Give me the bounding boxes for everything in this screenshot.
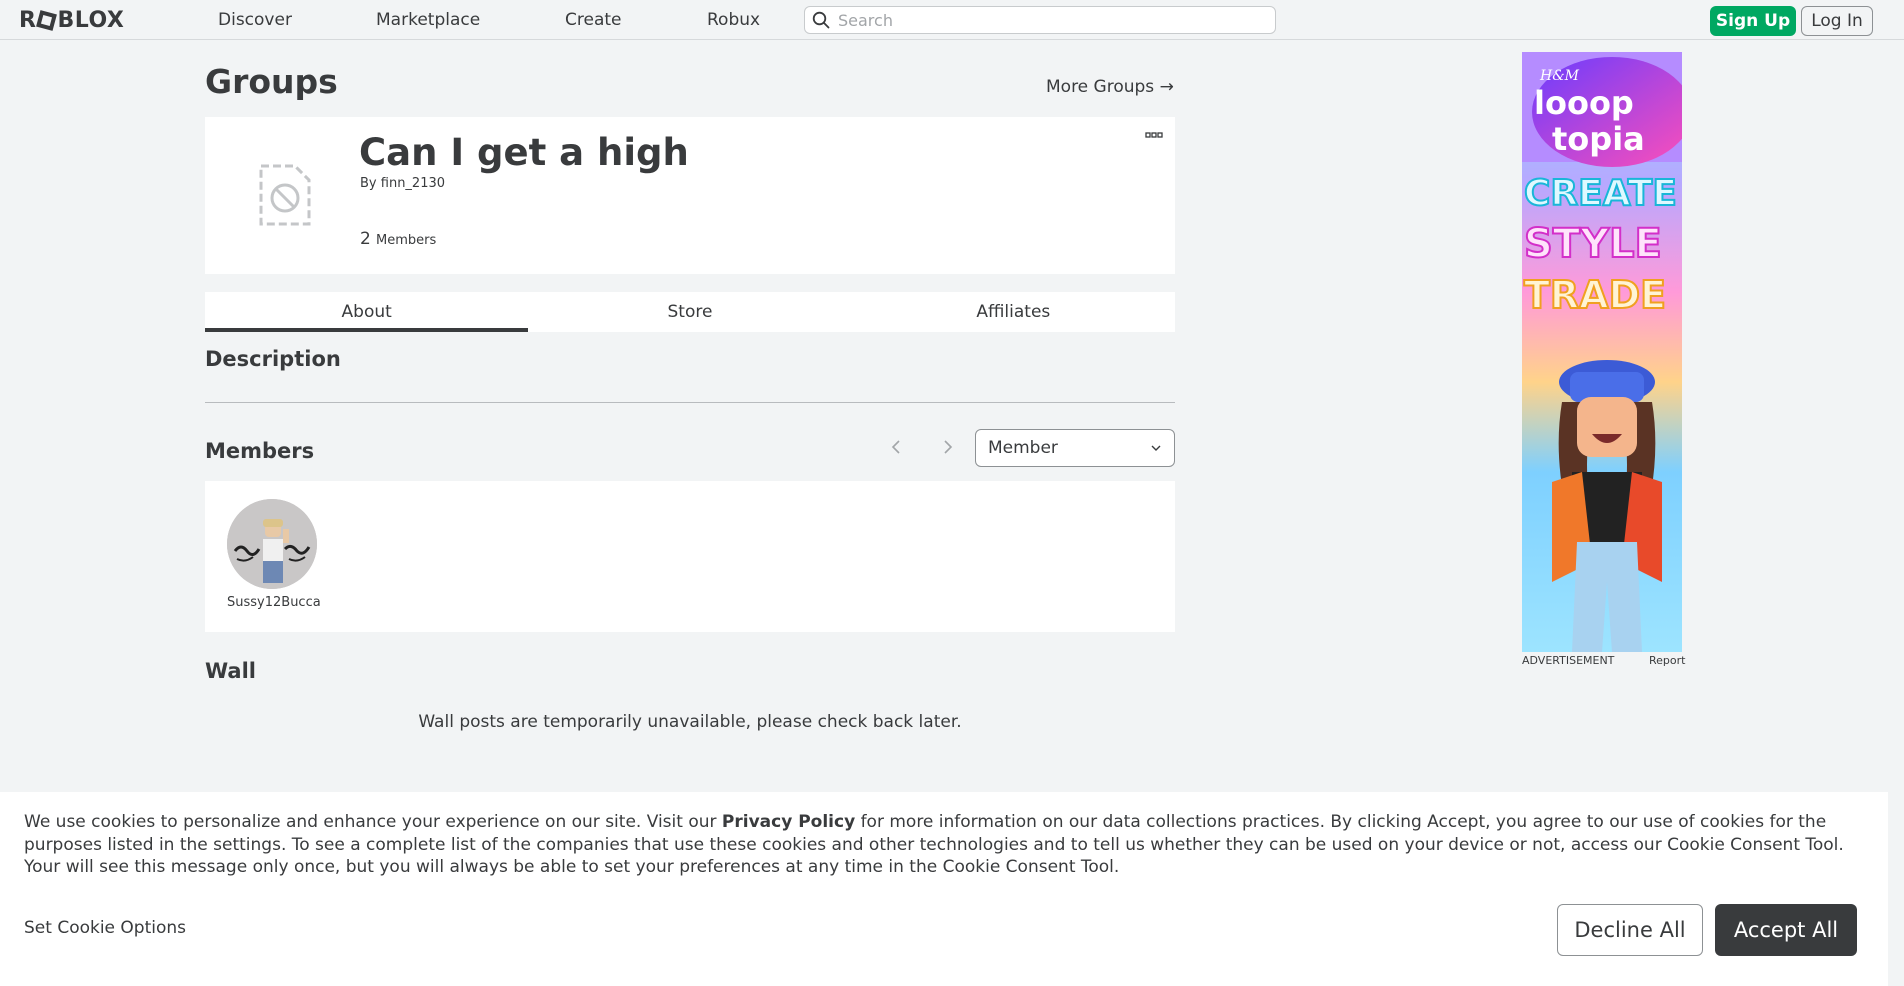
- owner-link[interactable]: finn_2130: [381, 176, 445, 191]
- group-tabs: About Store Affiliates: [205, 292, 1175, 332]
- ad-word-style: STYLE: [1524, 221, 1662, 267]
- group-name: Can I get a high: [359, 131, 689, 174]
- description-heading: Description: [205, 347, 341, 371]
- member-avatar[interactable]: [227, 499, 317, 589]
- avatar-image: [227, 499, 317, 589]
- wall-unavailable-message: Wall posts are temporarily unavailable, …: [418, 712, 962, 732]
- cookie-message: We use cookies to personalize and enhanc…: [24, 811, 1864, 879]
- set-cookie-options-link[interactable]: Set Cookie Options: [24, 918, 186, 938]
- logo-o-icon: [36, 9, 58, 31]
- group-header-card: Can I get a high By finn_2130 2 Members: [205, 117, 1175, 274]
- page-title: Groups: [205, 62, 338, 101]
- member-username[interactable]: Sussy12Bucca: [227, 595, 321, 610]
- members-heading: Members: [205, 439, 315, 463]
- roblox-logo[interactable]: R BLOX: [19, 7, 125, 33]
- advertisement-banner[interactable]: H&M looop topia CREATE STYLE TRADE: [1522, 52, 1682, 652]
- member-count-label: Members: [376, 233, 437, 248]
- more-options-icon[interactable]: [1145, 131, 1163, 141]
- cookie-consent-banner: We use cookies to personalize and enhanc…: [0, 792, 1888, 986]
- decline-all-button[interactable]: Decline All: [1557, 904, 1703, 956]
- ad-word-trade: TRADE: [1524, 273, 1666, 317]
- report-ad-link[interactable]: Report: [1649, 654, 1685, 667]
- nav-robux[interactable]: Robux: [707, 10, 760, 30]
- logo-r: R: [19, 7, 37, 33]
- role-dropdown-value: Member: [988, 438, 1058, 458]
- wall-heading: Wall: [205, 659, 256, 683]
- ad-headline-1: looop: [1534, 84, 1634, 122]
- owner-prefix: By: [360, 176, 377, 191]
- search-box[interactable]: [804, 6, 1276, 34]
- tab-store[interactable]: Store: [528, 292, 851, 332]
- nav-create[interactable]: Create: [565, 10, 622, 30]
- ad-artwork: H&M looop topia CREATE STYLE TRADE: [1522, 52, 1682, 652]
- description-divider: [205, 402, 1175, 403]
- tab-affiliates[interactable]: Affiliates: [852, 292, 1175, 332]
- ad-word-create: CREATE: [1524, 173, 1677, 214]
- nav-marketplace[interactable]: Marketplace: [376, 10, 480, 30]
- logo-blox: BLOX: [57, 7, 125, 33]
- members-list: Sussy12Bucca: [205, 481, 1175, 632]
- group-emblem-placeholder-icon: [259, 164, 311, 226]
- cookie-text-before: We use cookies to personalize and enhanc…: [24, 812, 722, 832]
- chevron-down-icon: [1151, 445, 1161, 451]
- group-owner: By finn_2130: [360, 176, 445, 191]
- member-count: 2: [360, 229, 371, 249]
- accept-all-button[interactable]: Accept All: [1715, 904, 1857, 956]
- more-groups-link[interactable]: More Groups →: [1046, 77, 1174, 97]
- sign-up-button[interactable]: Sign Up: [1710, 6, 1796, 36]
- top-navigation-bar: R BLOX Discover Marketplace Create Robux …: [0, 0, 1904, 40]
- ad-brand: H&M: [1539, 68, 1580, 84]
- search-icon: [812, 11, 830, 29]
- privacy-policy-link[interactable]: Privacy Policy: [722, 812, 855, 832]
- nav-discover[interactable]: Discover: [218, 10, 292, 30]
- role-dropdown[interactable]: Member: [975, 429, 1175, 467]
- chevron-right-icon[interactable]: [939, 437, 957, 457]
- tab-about[interactable]: About: [205, 292, 529, 332]
- advertisement-label: ADVERTISEMENT: [1522, 654, 1615, 667]
- chevron-left-icon[interactable]: [887, 437, 905, 457]
- member-tile[interactable]: Sussy12Bucca: [227, 499, 321, 610]
- log-in-button[interactable]: Log In: [1801, 6, 1873, 36]
- search-input[interactable]: [838, 10, 1258, 30]
- ad-headline-2: topia: [1552, 120, 1645, 158]
